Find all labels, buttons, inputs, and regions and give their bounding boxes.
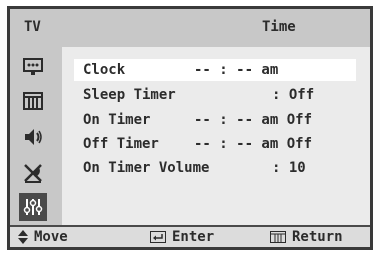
- menu-header: TV Time: [10, 9, 370, 47]
- menu-item-value: -- : -- am Off: [194, 136, 313, 152]
- menu-item-label: Sleep Timer: [83, 87, 176, 103]
- menu-item-label: On Timer Volume: [83, 160, 210, 176]
- tv-label: TV: [24, 19, 41, 35]
- footer-hints: Move Enter Return: [10, 225, 370, 247]
- up-down-arrow-icon: [18, 230, 28, 244]
- menu-item-sleep-timer[interactable]: Sleep Timer : Off: [74, 84, 356, 106]
- return-label: Return: [292, 229, 343, 245]
- picture-icon[interactable]: [19, 53, 47, 81]
- time-menu: Clock -- : -- am Sleep Timer : Off On Ti…: [62, 47, 370, 225]
- menu-item-value: -- : -- am: [194, 62, 279, 78]
- sound-icon[interactable]: [19, 87, 47, 115]
- page-title: Time: [262, 19, 296, 35]
- menu-item-clock[interactable]: Clock -- : -- am: [74, 59, 356, 81]
- enter-icon: [150, 231, 166, 243]
- return-hint: Return: [270, 229, 343, 245]
- category-sidebar: [10, 47, 62, 225]
- tv-osd-window: TV Time Clock --: -- am Sleep Timer: O…: [7, 6, 373, 250]
- channel-icon[interactable]: [19, 159, 47, 187]
- setup-icon[interactable]: [19, 193, 47, 221]
- menu-item-off-timer[interactable]: Off Timer -- : -- am Off: [74, 133, 356, 155]
- menu-item-label: On Timer: [83, 112, 151, 128]
- menu-return-icon: [270, 231, 286, 243]
- menu-item-label: Off Timer: [83, 136, 159, 152]
- move-hint: Move: [18, 229, 68, 245]
- menu-item-value: : 10: [272, 160, 306, 176]
- menu-item-value: : Off: [272, 87, 315, 103]
- menu-item-on-timer[interactable]: On Timer -- : -- am Off: [74, 109, 356, 131]
- move-label: Move: [34, 229, 68, 245]
- enter-hint: Enter: [150, 229, 214, 245]
- speaker-icon[interactable]: [19, 123, 47, 151]
- menu-item-value: -- : -- am Off: [194, 112, 313, 128]
- enter-label: Enter: [172, 229, 215, 245]
- menu-item-on-timer-volume[interactable]: On Timer Volume : 10: [74, 157, 356, 179]
- menu-item-label: Clock: [83, 62, 126, 78]
